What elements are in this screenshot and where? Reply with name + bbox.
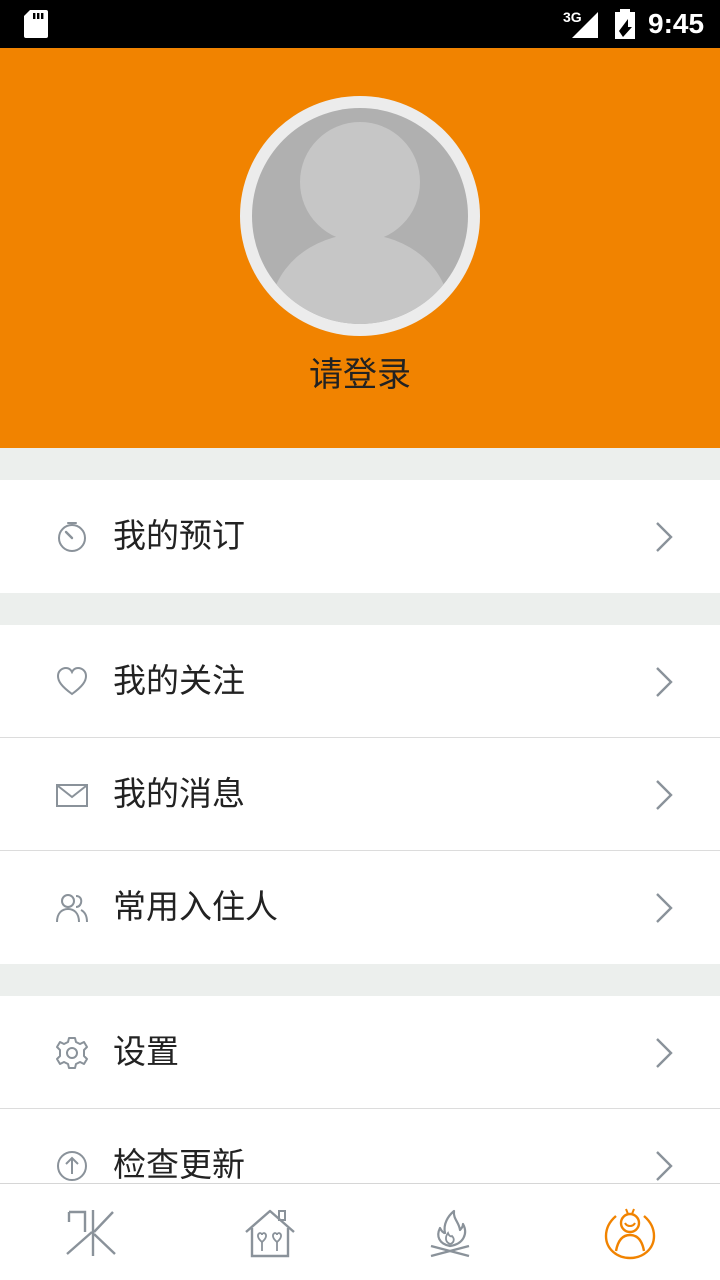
sd-card-icon <box>24 10 48 38</box>
chevron-right-icon <box>656 522 673 552</box>
menu-group-account: 我的关注 我的消息 常用入住人 <box>0 625 720 964</box>
menu-item-label: 检查更新 <box>113 1145 245 1184</box>
campfire-icon <box>430 1209 470 1258</box>
avatar[interactable] <box>240 96 480 336</box>
bottom-nav <box>0 1183 720 1280</box>
mail-icon <box>56 784 88 807</box>
clock: 9:45 <box>648 8 705 39</box>
menu-item-settings[interactable]: 设置 <box>0 996 720 1109</box>
menu-item-label: 常用入住人 <box>113 887 278 926</box>
login-prompt[interactable]: 请登录 <box>0 352 720 398</box>
screen: 3G 9:45 请登录 我的预订 我的关注 我的消息 常用入住人 设置 检查更新 <box>0 0 720 1280</box>
home-icon <box>245 1209 295 1258</box>
status-bar: 3G 9:45 <box>0 0 720 48</box>
menu-item-guests[interactable]: 常用入住人 <box>0 851 720 964</box>
chevron-right-icon <box>656 1038 673 1068</box>
signal-icon: 3G <box>563 9 598 38</box>
nav-tab-profile[interactable] <box>540 1184 720 1280</box>
nav-tab-discover[interactable] <box>360 1184 540 1280</box>
timer-icon <box>58 522 86 552</box>
chevron-right-icon <box>656 1151 673 1181</box>
heart-icon <box>56 666 88 696</box>
menu-item-label: 设置 <box>113 1032 179 1071</box>
people-icon <box>56 894 88 923</box>
menu-item-label: 我的关注 <box>113 661 245 700</box>
menu-item-messages[interactable]: 我的消息 <box>0 738 720 851</box>
profile-icon <box>604 1208 656 1260</box>
chevron-right-icon <box>656 667 673 697</box>
avatar-placeholder-icon <box>252 108 468 324</box>
menu-item-label: 我的预订 <box>113 516 245 555</box>
menu-item-follows[interactable]: 我的关注 <box>0 625 720 738</box>
logo-icon <box>66 1210 116 1256</box>
menu-item-label: 我的消息 <box>113 774 245 813</box>
nav-tab-home-logo[interactable] <box>0 1184 180 1280</box>
network-label: 3G <box>563 9 582 25</box>
chevron-right-icon <box>656 780 673 810</box>
upload-icon <box>57 1151 87 1181</box>
menu-group-bookings: 我的预订 <box>0 480 720 593</box>
nav-tab-stays[interactable] <box>180 1184 360 1280</box>
gear-icon <box>56 1037 88 1069</box>
chevron-right-icon <box>656 893 673 923</box>
battery-icon <box>615 9 635 39</box>
profile-header: 请登录 <box>0 48 720 448</box>
menu-item-bookings[interactable]: 我的预订 <box>0 480 720 593</box>
